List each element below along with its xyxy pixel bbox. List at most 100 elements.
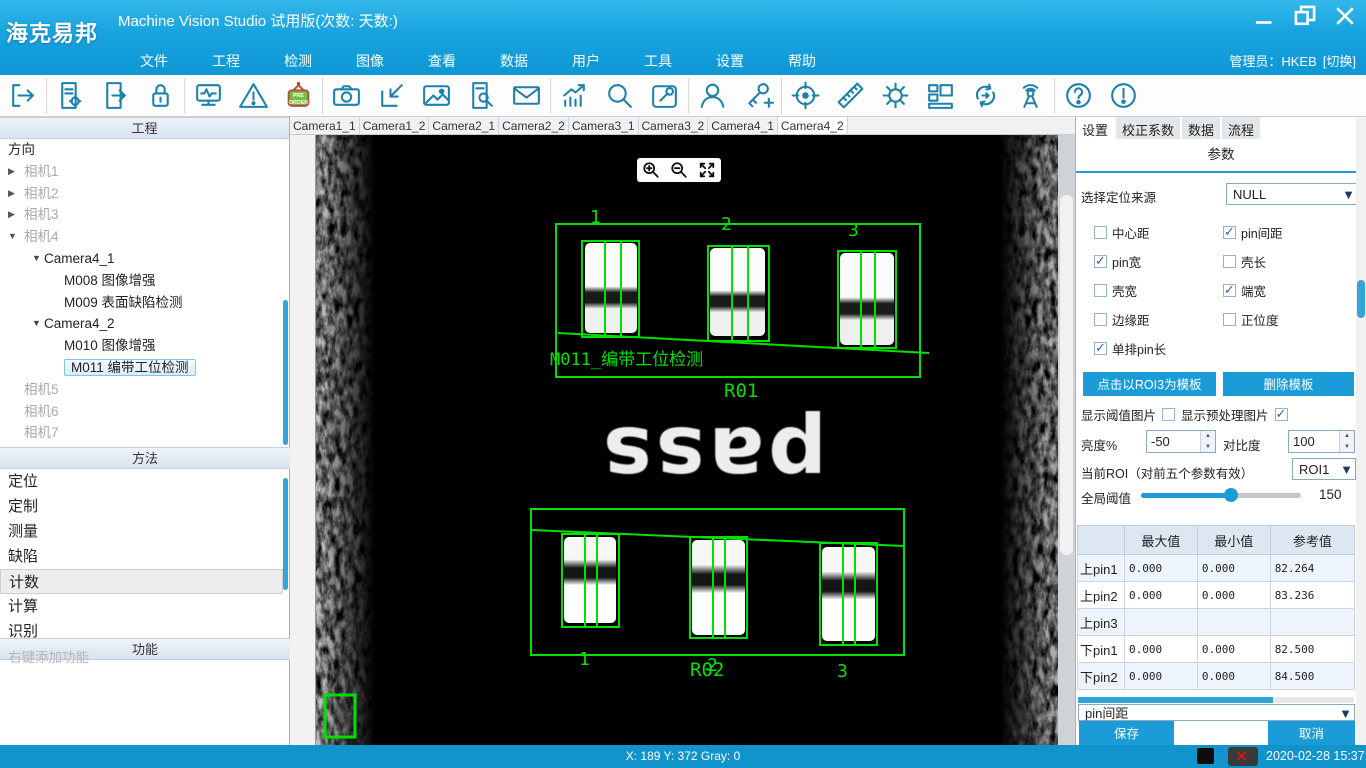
step-down-icon[interactable]: ▼ bbox=[1201, 442, 1215, 453]
gear-icon[interactable] bbox=[873, 76, 918, 116]
menu-item-设置[interactable]: 设置 bbox=[694, 48, 766, 74]
current-roi-dropdown[interactable]: ROI1 ▼ bbox=[1292, 458, 1356, 480]
checkbox-pin间距[interactable]: pin间距 bbox=[1223, 224, 1283, 240]
about-icon[interactable] bbox=[1101, 76, 1146, 116]
checkbox-中心距[interactable]: 中心距 bbox=[1094, 224, 1150, 240]
collapsed-arrow-icon[interactable]: ▶ bbox=[8, 161, 15, 183]
checkbox-box[interactable] bbox=[1094, 342, 1107, 355]
step-up-icon[interactable]: ▲ bbox=[1201, 431, 1215, 442]
checkbox-box[interactable] bbox=[1223, 255, 1236, 268]
show-preprocess-checkbox[interactable] bbox=[1275, 408, 1288, 421]
collapsed-arrow-icon[interactable]: ▶ bbox=[8, 204, 15, 226]
minimize-icon[interactable] bbox=[1252, 4, 1278, 28]
zoom-in-icon[interactable] bbox=[642, 161, 660, 179]
search-icon[interactable] bbox=[597, 76, 642, 116]
save-button[interactable]: 保存 bbox=[1079, 721, 1174, 745]
method-item-测量[interactable]: 测量 bbox=[0, 519, 283, 544]
delete-template-button[interactable]: 删除模板 bbox=[1223, 372, 1354, 396]
ruler-icon[interactable] bbox=[828, 76, 873, 116]
method-item-缺陷[interactable]: 缺陷 bbox=[0, 544, 283, 569]
menu-item-工具[interactable]: 工具 bbox=[622, 48, 694, 74]
step-down-icon[interactable]: ▼ bbox=[1340, 442, 1354, 453]
checkbox-单排pin长[interactable]: 单排pin长 bbox=[1094, 340, 1166, 356]
panel-tab-校正系数[interactable]: 校正系数 bbox=[1116, 117, 1182, 139]
method-item-计算[interactable]: 计算 bbox=[0, 594, 283, 619]
key-add-icon[interactable] bbox=[735, 76, 780, 116]
checkbox-box[interactable] bbox=[1094, 313, 1107, 326]
tree-item-相机4[interactable]: ▼相机4 bbox=[0, 226, 283, 248]
camera-tab-Camera4_1[interactable]: Camera4_1 bbox=[708, 117, 778, 134]
contrast-stepper[interactable]: 100 ▲▼ bbox=[1288, 430, 1355, 453]
checkbox-边缘距[interactable]: 边缘距 bbox=[1094, 311, 1150, 327]
user-icon[interactable] bbox=[690, 76, 735, 116]
tree-item-M009-表面缺陷检测[interactable]: M009 表面缺陷检测 bbox=[0, 292, 283, 314]
monitor-icon[interactable] bbox=[186, 76, 231, 116]
tree-item-M010-图像增强[interactable]: M010 图像增强 bbox=[0, 335, 283, 357]
collapsed-arrow-icon[interactable]: ▶ bbox=[8, 183, 15, 205]
panel-tab-数据[interactable]: 数据 bbox=[1182, 117, 1222, 139]
parameter-select-dropdown[interactable]: pin间距 ▼ bbox=[1078, 704, 1355, 721]
tree-item-相机3[interactable]: ▶相机3 bbox=[0, 204, 283, 226]
sync-icon[interactable] bbox=[963, 76, 1008, 116]
camera-tab-Camera1_2[interactable]: Camera1_2 bbox=[360, 117, 430, 134]
crosshair-icon[interactable] bbox=[783, 76, 828, 116]
camera-tab-Camera2_2[interactable]: Camera2_2 bbox=[499, 117, 569, 134]
menu-item-检测[interactable]: 检测 bbox=[262, 48, 334, 74]
stop-icon[interactable] bbox=[1197, 748, 1214, 764]
layout-icon[interactable] bbox=[918, 76, 963, 116]
cancel-button[interactable]: 取消 bbox=[1268, 721, 1355, 745]
tree-item-相机7[interactable]: 相机7 bbox=[0, 422, 283, 444]
tree-item-Camera4_2[interactable]: ▼Camera4_2 bbox=[0, 313, 283, 335]
slider-thumb[interactable] bbox=[1224, 488, 1238, 502]
checkbox-box[interactable] bbox=[1094, 226, 1107, 239]
menu-item-数据[interactable]: 数据 bbox=[478, 48, 550, 74]
expanded-arrow-icon[interactable]: ▼ bbox=[32, 248, 41, 270]
step-up-icon[interactable]: ▲ bbox=[1340, 431, 1354, 442]
menu-item-工程[interactable]: 工程 bbox=[190, 48, 262, 74]
checkbox-pin宽[interactable]: pin宽 bbox=[1094, 253, 1141, 269]
checkbox-正位度[interactable]: 正位度 bbox=[1223, 311, 1279, 327]
set-template-button[interactable]: 点击以ROI3为模板 bbox=[1083, 372, 1216, 396]
camera-icon[interactable] bbox=[324, 76, 369, 116]
tree-item-Camera4_1[interactable]: ▼Camera4_1 bbox=[0, 248, 283, 270]
tree-item-M008-图像增强[interactable]: M008 图像增强 bbox=[0, 270, 283, 292]
brightness-stepper[interactable]: -50 ▲▼ bbox=[1146, 430, 1216, 453]
method-item-定位[interactable]: 定位 bbox=[0, 469, 283, 494]
methods-scrollbar[interactable] bbox=[283, 478, 288, 590]
doc-settings-icon[interactable] bbox=[48, 76, 93, 116]
panel-tab-设置[interactable]: 设置 bbox=[1076, 117, 1116, 139]
menu-item-查看[interactable]: 查看 bbox=[406, 48, 478, 74]
expanded-arrow-icon[interactable]: ▼ bbox=[8, 226, 17, 248]
statistics-icon[interactable] bbox=[552, 76, 597, 116]
show-threshold-checkbox[interactable] bbox=[1162, 408, 1175, 421]
warning-icon[interactable] bbox=[231, 76, 276, 116]
checkbox-端宽[interactable]: 端宽 bbox=[1223, 282, 1266, 298]
pre-order-icon[interactable]: PREORDER bbox=[276, 76, 321, 116]
doc-export-icon[interactable] bbox=[93, 76, 138, 116]
camera-tab-Camera1_1[interactable]: Camera1_1 bbox=[290, 117, 360, 134]
tree-item-相机6[interactable]: 相机6 bbox=[0, 401, 283, 423]
checkbox-box[interactable] bbox=[1094, 255, 1107, 268]
mail-icon[interactable] bbox=[504, 76, 549, 116]
toolbox-icon[interactable] bbox=[642, 76, 687, 116]
table-row[interactable]: 上pin10.0000.00082.264 bbox=[1078, 555, 1355, 582]
screenshot-icon[interactable] bbox=[369, 76, 414, 116]
tree-item-M011-编带工位检测[interactable]: M011 编带工位检测 bbox=[0, 357, 283, 379]
table-row[interactable]: 上pin3 bbox=[1078, 609, 1355, 636]
checkbox-壳长[interactable]: 壳长 bbox=[1223, 253, 1266, 269]
checkbox-壳宽[interactable]: 壳宽 bbox=[1094, 282, 1137, 298]
exit-icon[interactable] bbox=[0, 76, 45, 116]
fit-view-icon[interactable] bbox=[698, 161, 716, 179]
camera-tab-Camera2_1[interactable]: Camera2_1 bbox=[429, 117, 499, 134]
checkbox-box[interactable] bbox=[1223, 226, 1236, 239]
tree-item-方向[interactable]: 方向 bbox=[0, 139, 283, 161]
tree-item-相机1[interactable]: ▶相机1 bbox=[0, 161, 283, 183]
tree-item-相机2[interactable]: ▶相机2 bbox=[0, 183, 283, 205]
checkbox-box[interactable] bbox=[1094, 284, 1107, 297]
menu-item-图像[interactable]: 图像 bbox=[334, 48, 406, 74]
camera-image-canvas[interactable]: pass 1 2 3 bbox=[290, 135, 1075, 745]
close-icon[interactable] bbox=[1332, 4, 1358, 28]
broadcast-icon[interactable] bbox=[1008, 76, 1053, 116]
method-item-计数[interactable]: 计数 bbox=[0, 569, 283, 594]
lock-icon[interactable] bbox=[138, 76, 183, 116]
